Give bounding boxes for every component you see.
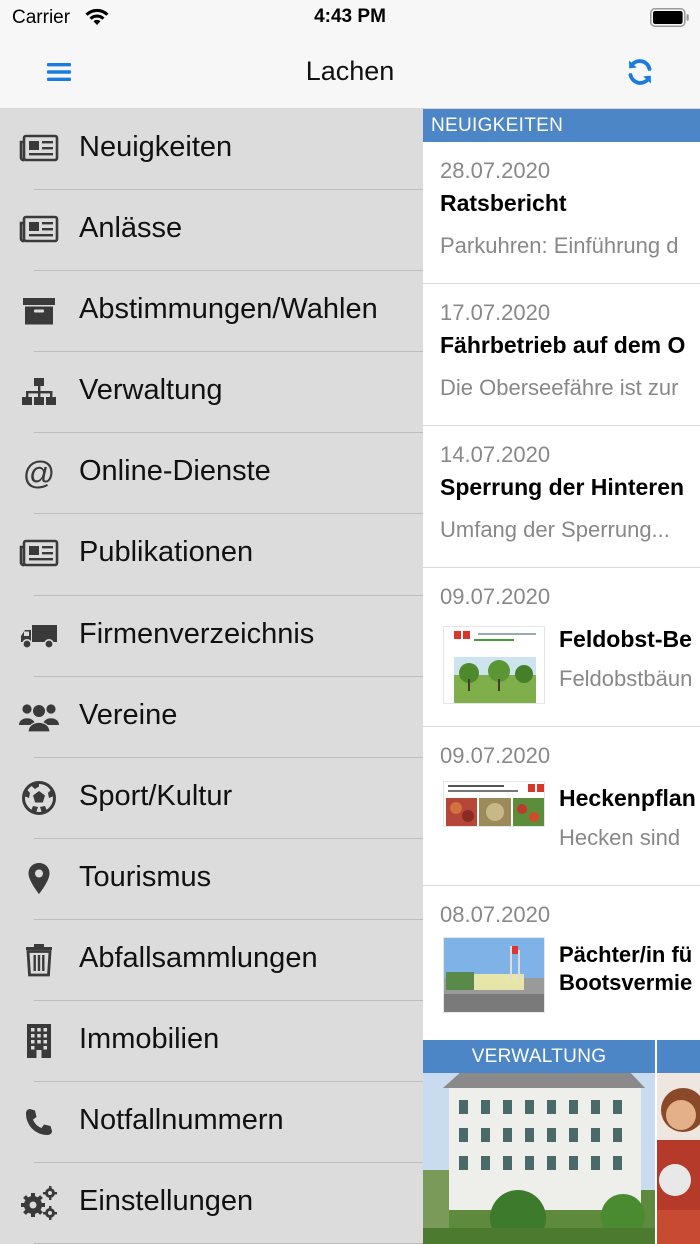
sidebar-item-label: Online-Dienste <box>79 455 271 488</box>
sidebar-item-anlaesse[interactable]: Anlässe <box>0 190 423 272</box>
news-item[interactable]: 17.07.2020 Fährbetrieb auf dem O Die Obe… <box>423 284 700 426</box>
gears-icon <box>18 1183 60 1223</box>
archive-box-icon <box>18 291 60 331</box>
news-panel: NEUIGKEITEN 28.07.2020 Ratsbericht Parku… <box>423 109 700 1244</box>
news-date: 08.07.2020 <box>440 902 551 927</box>
news-date: 17.07.2020 <box>440 300 551 325</box>
sidebar-item-label: Abstimmungen/Wahlen <box>79 293 378 326</box>
at-sign-icon: @ <box>22 454 56 491</box>
sidebar-item-online-dienste[interactable]: @ Online-Dienste <box>0 433 423 515</box>
news-teaser: Die Oberseefähre ist zur <box>440 375 679 400</box>
sidebar-item-notfallnummern[interactable]: Notfallnummern <box>0 1082 423 1164</box>
newspaper-icon <box>18 210 60 250</box>
tile-verwaltung[interactable]: VERWALTUNG <box>423 1040 655 1244</box>
sidebar-item-sport-kultur[interactable]: Sport/Kultur <box>0 758 423 839</box>
news-date: 09.07.2020 <box>440 584 551 609</box>
sidebar-item-label: Sport/Kultur <box>79 779 233 812</box>
sidebar-item-label: Neuigkeiten <box>79 131 233 163</box>
phone-icon <box>18 1102 60 1142</box>
sidebar-item-label: Publikationen <box>79 536 254 569</box>
newspaper-icon <box>18 129 60 169</box>
news-teaser: Hecken sind <box>559 825 681 850</box>
news-date: 14.07.2020 <box>440 442 551 467</box>
sidebar-item-label: Vereine <box>79 698 178 731</box>
sidebar-item-publikationen[interactable]: Publikationen <box>0 514 423 596</box>
trash-icon <box>18 940 60 980</box>
news-teaser: Parkuhren: Einführung d <box>440 233 679 258</box>
news-item[interactable]: 09.07.2020 Feldobst-Be Feldobstbäun <box>423 568 700 727</box>
users-icon <box>18 697 60 737</box>
sidebar-item-label: Abfallsammlungen <box>79 941 318 974</box>
news-thumbnail <box>443 781 545 827</box>
sidebar-item-einstellungen[interactable]: Einstellungen <box>0 1163 423 1244</box>
sidebar-item-firmenverzeichnis[interactable]: Firmenverzeichnis <box>0 596 423 677</box>
news-headline: Heckenpflan <box>559 785 696 811</box>
tile-next[interactable] <box>657 1040 700 1244</box>
sidebar-item-tourismus[interactable]: Tourismus <box>0 839 423 920</box>
sidebar-item-neuigkeiten[interactable]: Neuigkeiten <box>0 109 423 191</box>
sidebar-item-verwaltung[interactable]: Verwaltung <box>0 352 423 434</box>
page-title: Lachen <box>305 56 395 86</box>
sidebar-item-label: Tourismus <box>79 860 212 893</box>
status-time: 4:43 PM <box>314 6 386 27</box>
sidebar-item-label: Einstellungen <box>79 1185 254 1218</box>
sidebar-item-immobilien[interactable]: Immobilien <box>0 1001 423 1083</box>
news-headline: Sperrung der Hinteren <box>440 474 685 500</box>
news-date: 09.07.2020 <box>440 743 551 768</box>
category-tiles: VERWALTUNG <box>423 1040 700 1244</box>
news-headline: Feldobst-Be <box>559 626 692 652</box>
truck-icon <box>18 616 60 656</box>
building-icon <box>18 1021 60 1061</box>
news-headline: Pächter/in fü <box>559 942 693 967</box>
sidebar-item-abstimmungen[interactable]: Abstimmungen/Wahlen <box>0 271 423 353</box>
sidebar-item-label: Anlässe <box>79 212 183 245</box>
tile-label: VERWALTUNG <box>423 1040 655 1073</box>
news-date: 28.07.2020 <box>440 158 551 183</box>
news-item[interactable]: 14.07.2020 Sperrung der Hinteren Umfang … <box>423 426 700 568</box>
tile-photo <box>657 1040 700 1244</box>
sidebar-menu: Neuigkeiten Anlässe Abstimmungen/Wahlen … <box>0 109 423 1244</box>
news-item[interactable]: 28.07.2020 Ratsbericht Parkuhren: Einfüh… <box>423 142 700 284</box>
refresh-icon[interactable] <box>624 56 656 88</box>
news-headline: Ratsbericht <box>440 190 567 216</box>
newspaper-icon <box>18 534 60 574</box>
section-header-neuigkeiten: NEUIGKEITEN <box>423 109 700 142</box>
soccer-ball-icon <box>18 778 60 818</box>
sidebar-item-label: Immobilien <box>79 1023 220 1056</box>
news-headline: Fährbetrieb auf dem O <box>440 332 686 358</box>
news-teaser: Umfang der Sperrung... <box>440 517 670 542</box>
news-thumbnail <box>443 626 545 704</box>
sidebar-item-vereine[interactable]: Vereine <box>0 677 423 758</box>
news-headline-line2: Bootsvermie <box>559 970 693 995</box>
status-bar: Carrier 4:43 PM <box>0 0 700 34</box>
map-pin-icon <box>18 859 60 899</box>
sidebar-item-label: Notfallnummern <box>79 1104 284 1137</box>
sidebar-item-label: Firmenverzeichnis <box>79 617 315 650</box>
news-thumbnail <box>443 937 545 1013</box>
sidebar-item-label: Verwaltung <box>79 374 223 407</box>
battery-icon <box>650 8 689 27</box>
news-item[interactable]: 09.07.2020 Heckenpflan Hecken sind <box>423 727 700 886</box>
sidebar-item-abfallsammlungen[interactable]: Abfallsammlungen <box>0 920 423 1002</box>
news-teaser: Feldobstbäun <box>559 666 693 691</box>
navigation-bar: Lachen <box>0 34 700 109</box>
org-chart-icon <box>18 372 60 412</box>
